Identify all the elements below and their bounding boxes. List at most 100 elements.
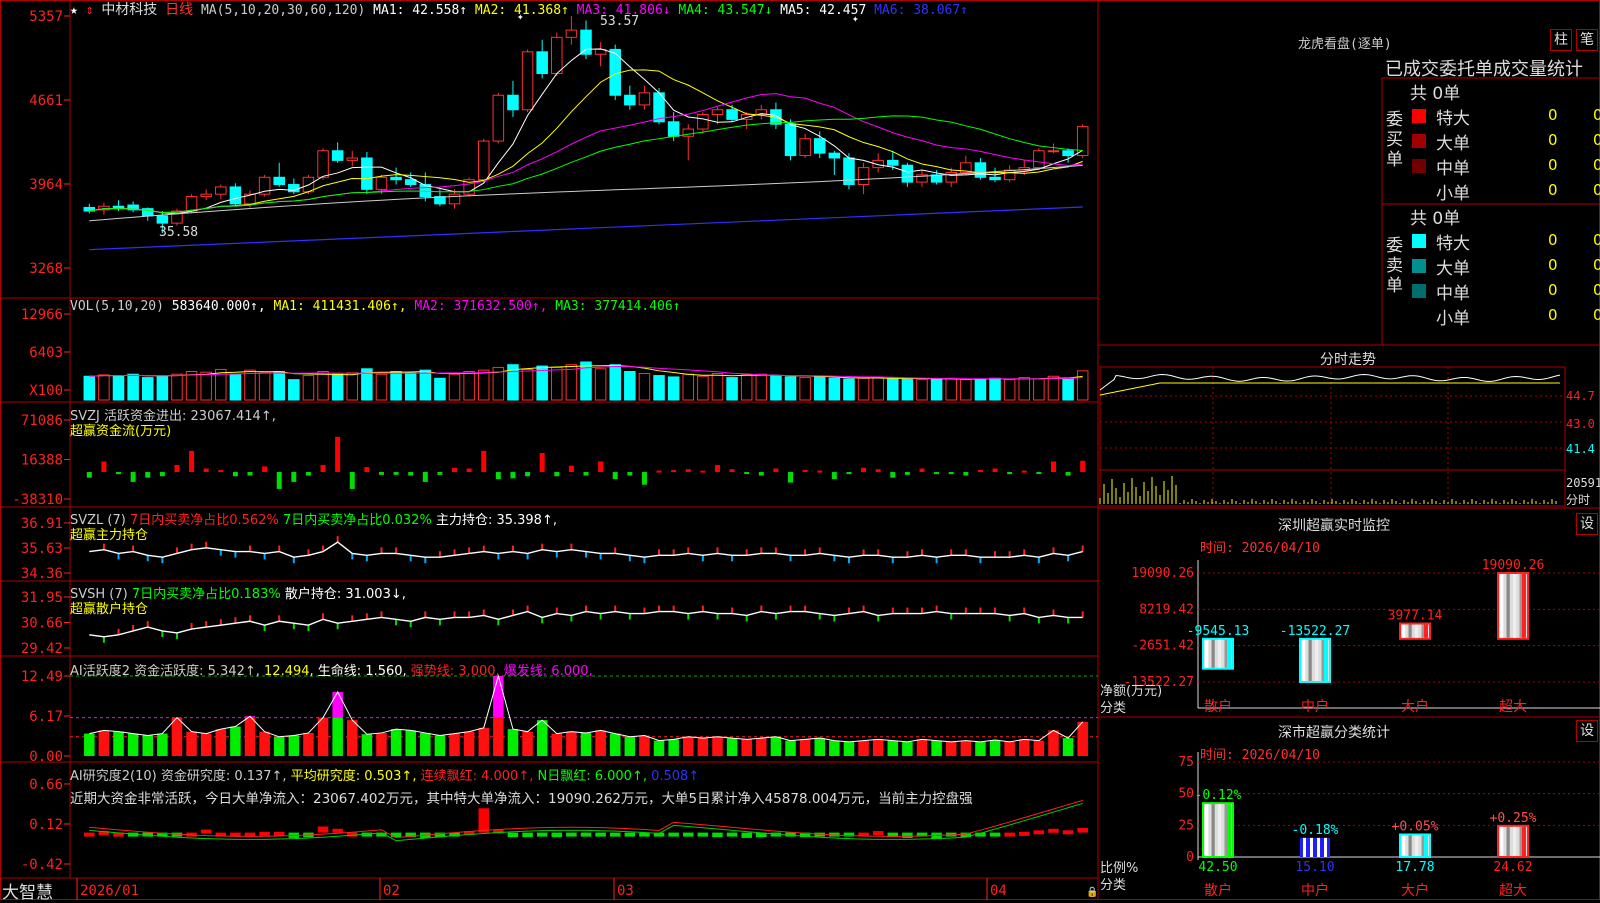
flow-bar	[1007, 472, 1013, 475]
sell-row-0: 特大 0 0%	[1408, 229, 1600, 254]
activity-bar	[814, 738, 825, 756]
sz-class-bar-stripe	[1310, 837, 1313, 857]
buy-row-0: 特大 0 0%	[1408, 104, 1600, 129]
sz-class-bar-edge	[1227, 804, 1231, 856]
volume-bar	[726, 377, 738, 401]
ai1-header: AI活跃度2 资金活跃度: 5.342↑, 12.494, 生命线: 1.560…	[70, 660, 593, 679]
flow-bar	[466, 468, 472, 473]
flow-bar	[422, 472, 428, 482]
sz-class-bar-stripe	[1324, 837, 1327, 857]
sz-class-bar-stripe	[1317, 837, 1320, 857]
candle-body	[273, 176, 285, 186]
research-bar	[697, 832, 709, 837]
research-bar	[726, 832, 738, 837]
period-label[interactable]: 日线	[165, 2, 193, 18]
sz-monitor-settings-button[interactable]: 设	[1576, 513, 1598, 535]
volume-bar	[375, 373, 388, 401]
sell-pct: 0%	[1593, 256, 1600, 274]
sz-class-settings-button[interactable]: 设	[1576, 720, 1598, 742]
bar-view-button[interactable]: 柱	[1550, 29, 1572, 51]
activity-bar	[872, 739, 884, 756]
legend-swatch	[1412, 134, 1426, 148]
sz-monitor-bar-stripe	[1302, 639, 1306, 681]
sz-monitor-bar-stripe	[1415, 624, 1419, 638]
x-month-label: 2026/01	[80, 883, 139, 899]
y-tick-label: 5357	[29, 9, 63, 25]
sell-name: 大单	[1436, 259, 1470, 279]
ai2-item-4: 0.508↑	[651, 769, 700, 784]
sz-monitor-ylabel2: 分类	[1100, 701, 1127, 716]
candle-body	[989, 176, 1001, 181]
sz-monitor-category: 超大	[1499, 699, 1527, 715]
flow-bar	[919, 468, 925, 473]
activity-bar	[653, 740, 665, 756]
sz-class-category: 超大	[1499, 883, 1527, 899]
star-icon[interactable]: ★	[70, 3, 78, 18]
flow-bar	[846, 472, 852, 475]
vol-label: VOL(5,10,20)	[70, 299, 164, 314]
flow-bar	[364, 467, 370, 473]
sell-count: 0	[1548, 256, 1558, 274]
flow-bar	[817, 470, 823, 473]
longhu-title: 龙虎看盘(逐单)	[1298, 37, 1392, 52]
sz-monitor-bar-stripe	[1315, 639, 1319, 681]
ai1-item-1: 12.494,	[264, 664, 318, 679]
x-month-label: 03	[617, 883, 634, 899]
candle-body	[638, 92, 651, 106]
volume-bar	[258, 372, 271, 401]
flow-bar	[1065, 472, 1071, 476]
sz-monitor-bar-value: 19090.26	[1482, 558, 1545, 573]
sz-monitor-bar-stripe	[1402, 624, 1406, 638]
activity-bar	[288, 735, 300, 756]
activity-bar	[785, 740, 796, 756]
buy-side-label: 委买单	[1386, 110, 1403, 170]
activity-bar	[317, 717, 329, 756]
candle-body	[580, 29, 592, 55]
flow-bar	[685, 469, 691, 473]
longhu-stat-title: 已成交委托单成交量统计	[1385, 59, 1583, 80]
flow-bar	[700, 470, 706, 473]
sz-monitor-bar-stripe	[1308, 639, 1312, 681]
retail-position-line	[89, 610, 1083, 638]
candle-body	[331, 150, 344, 161]
sz-class-bar-edge	[1522, 826, 1526, 856]
flow-bar	[145, 472, 151, 478]
y-tick-label: 12966	[21, 307, 63, 323]
candle-body	[624, 94, 636, 106]
candle-body	[521, 51, 534, 111]
up-down-icon[interactable]: ⇕	[86, 3, 94, 18]
buy-pct: 0%	[1593, 131, 1600, 149]
activity-bar	[420, 732, 431, 756]
candle-body	[901, 164, 914, 183]
activity-bar	[902, 741, 913, 756]
intraday-tick: 44.7	[1566, 389, 1595, 403]
x-month-label: 04	[990, 883, 1007, 899]
sell-count: 0	[1548, 281, 1558, 299]
candle-body	[974, 162, 987, 178]
vol-item-2: MA2: 371632.500↑,	[414, 299, 556, 314]
activity-bar	[960, 740, 972, 756]
activity-bar	[200, 733, 212, 756]
volume-bar	[288, 379, 300, 401]
y-tick-label: -38310	[12, 492, 63, 508]
research-bar	[551, 832, 563, 838]
flow-bar	[378, 472, 384, 475]
sz-class-bar-stripe	[1218, 804, 1222, 856]
sz-monitor-bar	[1299, 637, 1331, 683]
sz-monitor-bar-stripe	[1513, 574, 1517, 638]
sell-side-label: 委卖单	[1386, 236, 1403, 296]
tick-view-button[interactable]: 笔	[1576, 29, 1598, 51]
ai1-item-2: 生命线: 1.560,	[317, 664, 411, 679]
svzl-item-2: 7日内买卖净占比0.032%	[282, 513, 436, 528]
flow-bar	[1050, 461, 1056, 473]
candle-body	[1003, 169, 1016, 181]
flow-bar	[627, 472, 633, 476]
research-bar	[84, 832, 95, 837]
activity-bar	[843, 741, 855, 756]
activity-bar	[916, 739, 928, 756]
activity-bar	[215, 729, 227, 756]
research-bar	[566, 832, 577, 837]
sell-pct: 0%	[1593, 306, 1600, 324]
buy-count: 0	[1548, 106, 1558, 124]
candle-body	[404, 179, 417, 186]
